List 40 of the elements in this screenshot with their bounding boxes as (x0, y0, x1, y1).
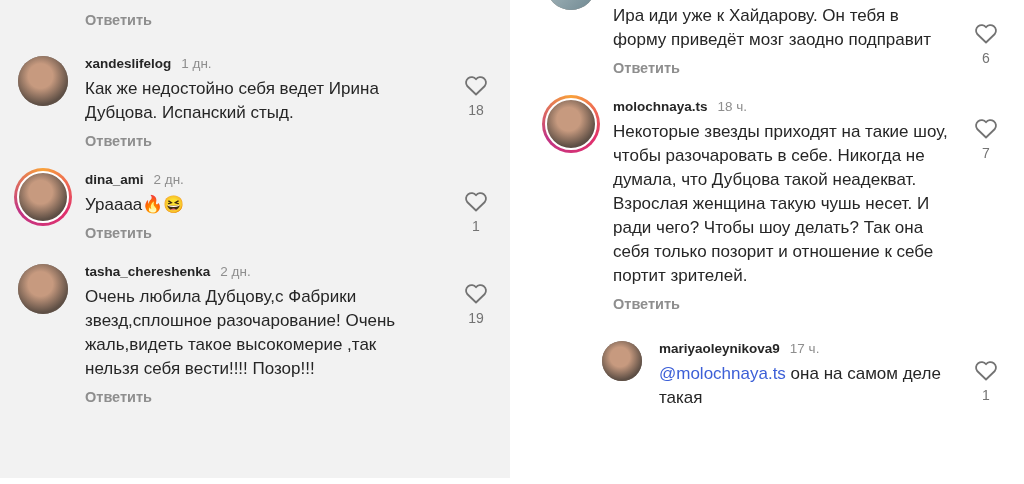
username[interactable]: xandeslifelog (85, 56, 172, 71)
comment-text: Очень любила Дубцову,с Фабрики звезд,сплошное разочарование! Очень жаль,видеть такое высокомерие ,так нельзя себя вести!!!! Позор!!! (85, 286, 397, 380)
avatar-photo[interactable] (18, 56, 68, 106)
comment-time: 2 дн. (220, 264, 251, 279)
username[interactable]: dina_ami (85, 172, 144, 187)
comment-time: 18 ч. (717, 99, 748, 114)
comment-text: Ира иди уже к Хайдарову. Он тебя в форму приведёт мозг заодно подправит (613, 5, 933, 51)
avatar-photo[interactable] (18, 264, 68, 314)
username[interactable]: mariyaoleynikova9 (659, 341, 780, 356)
reply-link[interactable]: Ответить (613, 60, 680, 76)
reply-link[interactable]: Ответить (613, 296, 680, 312)
like-count: 6 (982, 50, 990, 66)
username[interactable]: molochnaya.ts (613, 99, 708, 114)
heart-icon[interactable] (974, 359, 998, 381)
comment-time: 2 дн. (153, 172, 184, 187)
comment-time: 1 дн. (181, 56, 212, 71)
reply-link[interactable]: Ответить (85, 225, 152, 241)
avatar-photo[interactable] (14, 168, 72, 226)
like-count: 1 (472, 218, 480, 234)
comment-text: Как же недостойно себя ведет Ирина Дубцова. Испанский стыд. (85, 78, 380, 124)
comment-time: 17 ч. (789, 341, 820, 356)
heart-icon[interactable] (974, 117, 998, 139)
avatar-photo[interactable] (542, 95, 600, 153)
heart-icon[interactable] (464, 190, 488, 212)
like-count: 7 (982, 145, 990, 161)
heart-icon[interactable] (464, 74, 488, 96)
reply-link[interactable]: Ответить (85, 133, 152, 149)
heart-icon[interactable] (974, 22, 998, 44)
reply-link[interactable]: Ответить (85, 389, 152, 405)
like-count: 19 (468, 310, 484, 326)
username[interactable]: tasha_chereshenka (85, 264, 211, 279)
comment-text: Некоторые звезды приходят на такие шоу, чтобы разочаровать в себе. Никогда не думала, что Дубцова такой неадекват. Взрослая женщина такую чушь несет. И ради чего? Чтобы шоу делать? Так она себя только позорит и отношение к себе портит зрителей. (613, 121, 948, 287)
mention-link[interactable]: @molochnaya.ts (659, 364, 786, 383)
avatar-photo[interactable] (602, 341, 642, 381)
like-count: 1 (982, 387, 990, 403)
reply-link[interactable]: Ответить (85, 12, 152, 28)
comment-text: @molochnaya.ts она на самом деле такая (659, 363, 942, 409)
like-count: 18 (468, 102, 484, 118)
heart-icon[interactable] (464, 282, 488, 304)
comment-text: Ураааа🔥😆 (85, 194, 186, 216)
